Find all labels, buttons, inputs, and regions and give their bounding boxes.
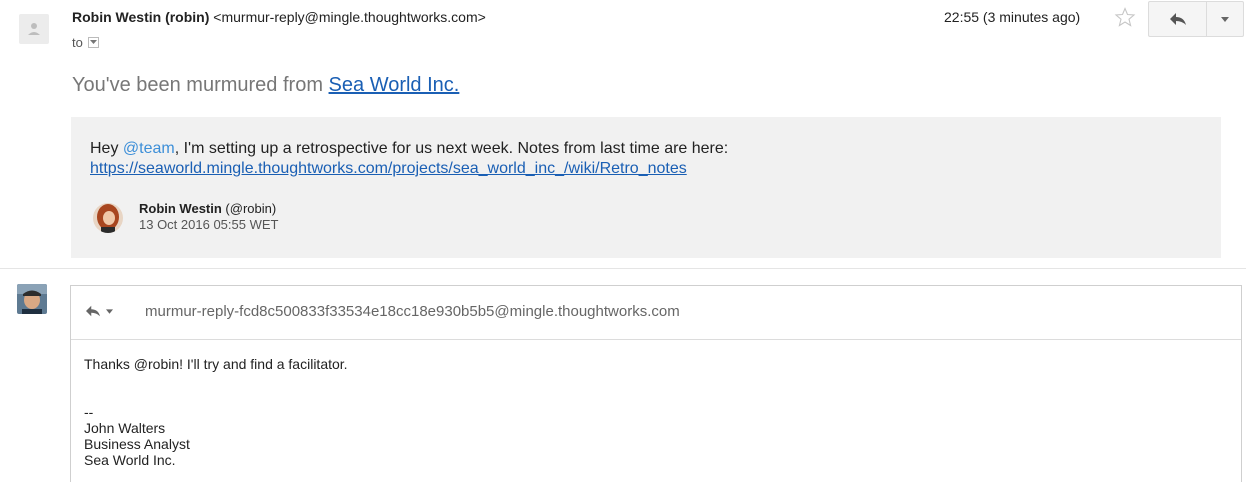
author-name-line: Robin Westin (@robin) [139, 201, 276, 216]
sender-email: <murmur-reply@mingle.thoughtworks.com> [213, 9, 486, 25]
reply-compose-box: murmur-reply-fcd8c500833f33534e18cc18e93… [70, 285, 1242, 482]
default-person-icon [28, 23, 40, 35]
sender-avatar[interactable] [19, 14, 49, 44]
user-photo [17, 284, 47, 314]
message-timestamp: 22:55 (3 minutes ago) [944, 9, 1081, 25]
signature-name: John Walters [84, 420, 166, 436]
author-name: Robin Westin [139, 201, 222, 216]
reply-button-group [1148, 1, 1244, 37]
murmur-heading: You've been murmured from Sea World Inc. [72, 74, 459, 97]
chevron-down-icon [1221, 16, 1229, 22]
reply-text-line: Thanks @robin! I'll try and find a facil… [84, 356, 348, 372]
author-avatar [93, 203, 123, 233]
show-details-button[interactable] [87, 37, 99, 48]
reply-icon [1169, 13, 1186, 25]
signature-separator: -- [84, 404, 94, 420]
sender-line: Robin Westin (robin) <murmur-reply@mingl… [72, 9, 486, 25]
project-link[interactable]: Sea World Inc. [329, 74, 460, 96]
signature-title: Business Analyst [84, 436, 190, 452]
reply-icon [86, 305, 100, 317]
author-date: 13 Oct 2016 05:55 WET [139, 217, 279, 232]
murmur-text: Hey @team, I'm setting up a retrospectiv… [90, 139, 1150, 179]
reply-button[interactable] [1149, 2, 1207, 36]
to-label: to [72, 35, 83, 50]
retro-notes-link[interactable]: https://seaworld.mingle.thoughtworks.com… [90, 160, 687, 177]
author-handle: (@robin) [221, 201, 277, 216]
recipients-line: to [72, 35, 99, 50]
team-mention[interactable]: @team [123, 140, 175, 157]
murmur-body: , I'm setting up a retrospective for us … [174, 140, 729, 157]
star-button[interactable] [1114, 6, 1136, 28]
author-photo [93, 203, 123, 233]
compose-body[interactable]: Thanks @robin! I'll try and find a facil… [84, 356, 348, 468]
murmur-card: Hey @team, I'm setting up a retrospectiv… [71, 117, 1221, 258]
caret-down-icon [89, 40, 97, 44]
signature-company: Sea World Inc. [84, 452, 176, 468]
chevron-down-icon [106, 308, 113, 314]
current-user-avatar[interactable] [17, 284, 47, 314]
murmur-greeting: Hey [90, 140, 123, 157]
star-icon [1114, 7, 1136, 27]
reply-type-dropdown[interactable] [84, 304, 113, 318]
reply-recipient[interactable]: murmur-reply-fcd8c500833f33534e18cc18e93… [145, 303, 680, 320]
message-separator [0, 268, 1246, 269]
murmur-heading-text: You've been murmured from [72, 74, 329, 96]
compose-header: murmur-reply-fcd8c500833f33534e18cc18e93… [71, 286, 1241, 340]
more-actions-button[interactable] [1207, 2, 1243, 36]
sender-name[interactable]: Robin Westin (robin) [72, 9, 209, 25]
